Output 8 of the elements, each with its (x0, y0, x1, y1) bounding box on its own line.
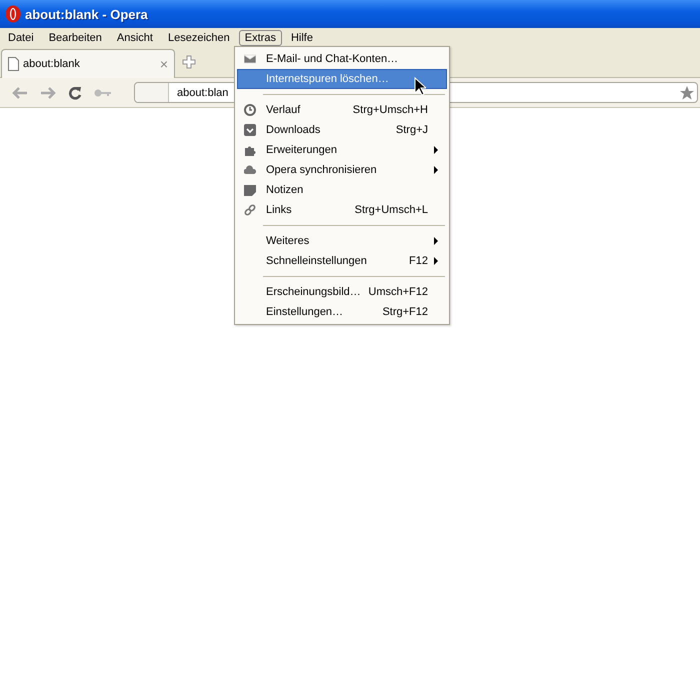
shortcut-text: Strg+Umsch+H (352, 104, 428, 116)
shortcut-text: Strg+Umsch+L (354, 204, 428, 216)
shortcut-text: F12 (409, 255, 428, 267)
shortcut-text: Strg+J (396, 124, 428, 136)
tab-title: about:blank (23, 58, 81, 70)
window-title: about:blank - Opera (25, 6, 148, 22)
shortcut-text: Umsch+F12 (368, 286, 428, 298)
shortcut-text: Strg+F12 (382, 306, 428, 318)
